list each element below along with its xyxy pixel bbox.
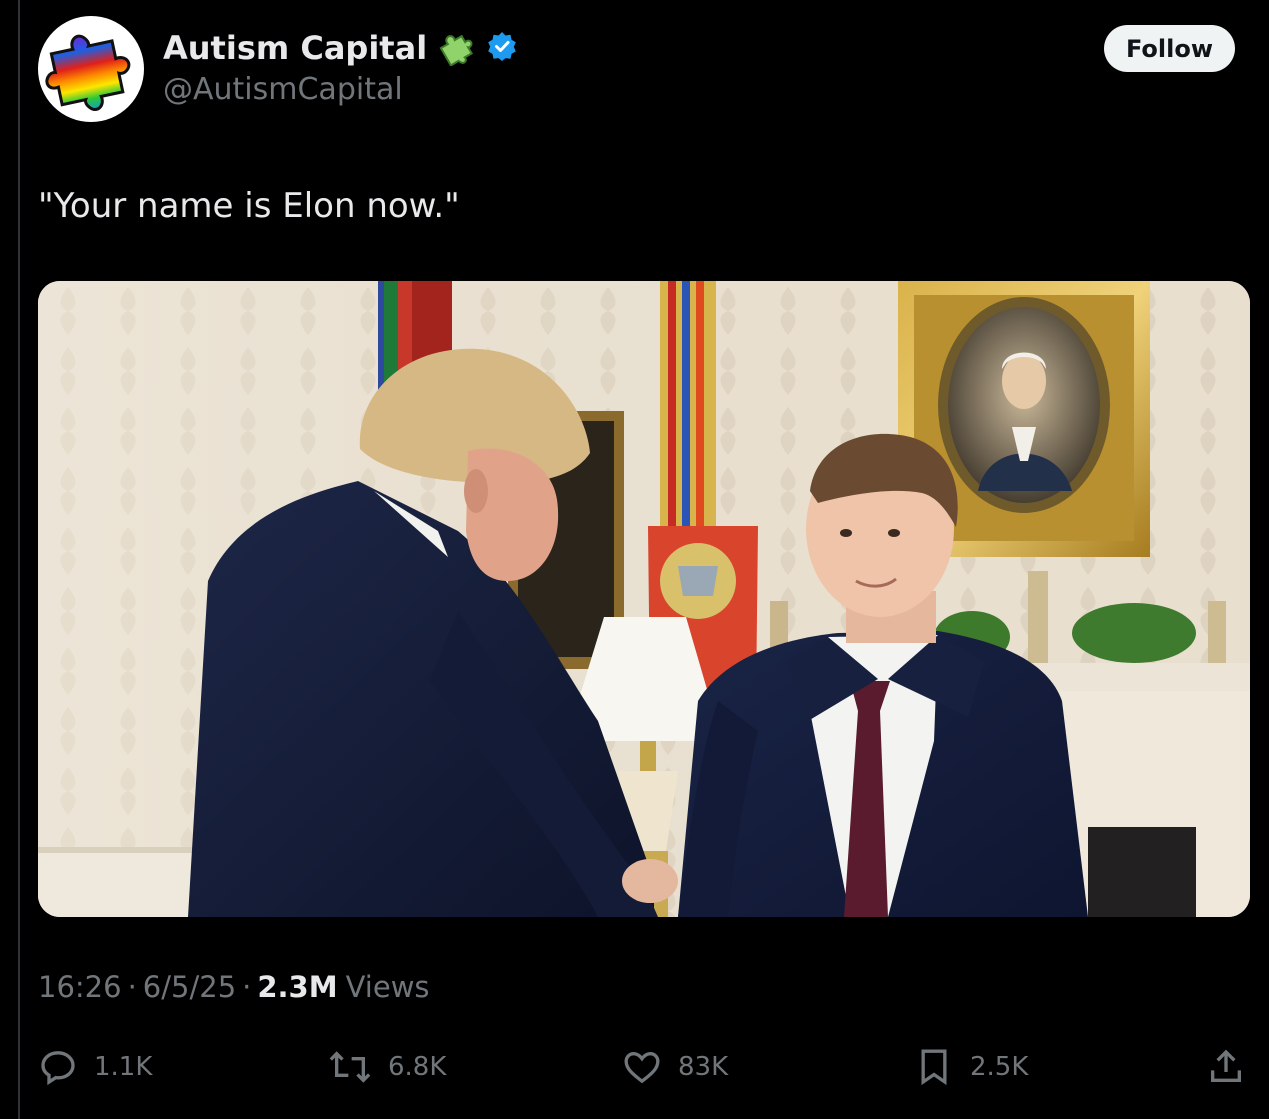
- follow-button[interactable]: Follow: [1104, 25, 1235, 72]
- handle[interactable]: @AutismCapital: [163, 72, 403, 107]
- meta-separator: ·: [242, 970, 252, 1004]
- views-label: Views: [345, 970, 430, 1004]
- like-button[interactable]: 83K: [622, 1046, 728, 1088]
- tweet-date[interactable]: 6/5/25: [143, 970, 236, 1004]
- share-icon: [1206, 1047, 1246, 1087]
- tweet-photo[interactable]: [38, 281, 1250, 917]
- puzzle-piece-icon: [437, 26, 477, 70]
- share-button[interactable]: [1206, 1046, 1246, 1088]
- tweet-meta: 16:26 · 6/5/25 · 2.3M Views: [38, 970, 430, 1004]
- reply-count: 1.1K: [94, 1052, 153, 1082]
- meta-separator: ·: [127, 970, 137, 1004]
- author-name-row: Autism Capital: [163, 26, 517, 70]
- bookmark-count: 2.5K: [970, 1052, 1029, 1082]
- left-border: [18, 0, 20, 1119]
- views-count: 2.3M: [257, 970, 338, 1004]
- tweet-time[interactable]: 16:26: [38, 970, 122, 1004]
- reply-button[interactable]: 1.1K: [38, 1046, 152, 1088]
- heart-icon: [622, 1047, 662, 1087]
- verified-badge-icon: [487, 31, 517, 65]
- bookmark-button[interactable]: 2.5K: [914, 1046, 1028, 1088]
- repost-icon: [328, 1047, 372, 1087]
- bookmark-icon: [914, 1046, 954, 1088]
- repost-count: 6.8K: [388, 1052, 447, 1082]
- reply-icon: [38, 1047, 78, 1087]
- rainbow-puzzle-piece-icon: [45, 34, 131, 112]
- avatar[interactable]: [38, 16, 144, 122]
- repost-button[interactable]: 6.8K: [328, 1046, 446, 1088]
- like-count: 83K: [678, 1052, 729, 1082]
- display-name[interactable]: Autism Capital: [163, 29, 427, 67]
- tweet-text: "Your name is Elon now.": [38, 186, 460, 226]
